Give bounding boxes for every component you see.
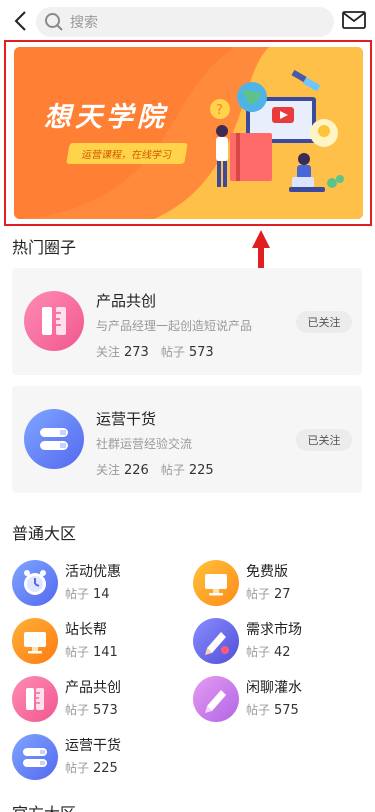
monitor-icon: [193, 560, 239, 606]
hot-circle-card[interactable]: 运营干货 社群运营经验交流 关注 226 帖子 225 已关注: [12, 386, 362, 493]
post-label: 帖子: [160, 345, 185, 359]
hot-circle-desc: 社群运营经验交流: [96, 437, 193, 451]
book-icon: [24, 409, 84, 469]
follow-count: 226: [124, 463, 149, 478]
search-bar[interactable]: 搜索: [36, 7, 334, 37]
list-item[interactable]: 闲聊灌水 帖子 575: [193, 674, 363, 724]
item-stats: 帖子 575: [246, 701, 299, 718]
item-stats: 帖子 141: [65, 643, 118, 660]
item-stats: 帖子 573: [65, 701, 118, 718]
item-stats: 帖子 14: [65, 585, 110, 602]
post-count: 27: [274, 587, 291, 602]
mail-icon: [342, 11, 366, 29]
hot-circle-stats: 关注 226 帖子 225: [96, 461, 214, 478]
post-count: 575: [274, 703, 299, 718]
post-label: 帖子: [246, 703, 271, 717]
post-label: 帖子: [65, 703, 90, 717]
official-section-title: 官方大区: [12, 800, 76, 812]
followed-button[interactable]: 已关注: [296, 429, 352, 451]
item-name: 免费版: [246, 564, 288, 580]
svg-text:?: ?: [216, 103, 223, 118]
pencil-icon: [193, 676, 239, 722]
follow-label: 关注: [96, 345, 121, 359]
monitor-icon: [12, 618, 58, 664]
post-label: 帖子: [65, 587, 90, 601]
post-label: 帖子: [65, 645, 90, 659]
follow-count: 273: [124, 345, 149, 360]
back-button[interactable]: [8, 8, 32, 34]
pencil-icon: [193, 618, 239, 664]
post-count: 225: [188, 463, 214, 478]
chevron-left-icon: [14, 11, 26, 31]
post-count: 141: [93, 645, 118, 660]
list-item[interactable]: 运营干货 帖子 225: [12, 732, 182, 782]
item-name: 站长帮: [65, 622, 107, 638]
hot-section-title: 热门圈子: [12, 238, 77, 257]
item-stats: 帖子 27: [246, 585, 291, 602]
item-name: 活动优惠: [65, 564, 121, 580]
hot-circle-card[interactable]: 产品共创 与产品经理一起创造短说产品 关注 273 帖子 573 已关注: [12, 268, 362, 375]
hot-circle-stats: 关注 273 帖子 573: [96, 343, 214, 360]
book-icon: [12, 734, 58, 780]
item-name: 需求市场: [246, 622, 302, 638]
list-item[interactable]: 活动优惠 帖子 14: [12, 558, 182, 608]
item-stats: 帖子 42: [246, 643, 291, 660]
ruler-icon: [24, 291, 84, 351]
clock-icon: [12, 560, 58, 606]
normal-section-title: 普通大区: [12, 524, 77, 543]
banner-subtitle: 运营课程，在线学习: [66, 143, 188, 164]
hot-circle-desc: 与产品经理一起创造短说产品: [96, 319, 253, 333]
banner-highlight-frame: ? 想天学院 运营课程，在线学习: [4, 40, 372, 226]
post-label: 帖子: [65, 761, 90, 775]
post-label: 帖子: [160, 463, 185, 477]
post-count: 42: [274, 645, 291, 660]
item-stats: 帖子 225: [65, 759, 118, 776]
top-bar: 搜索: [0, 0, 375, 44]
post-count: 573: [188, 345, 214, 360]
item-name: 闲聊灌水: [246, 680, 302, 696]
banner[interactable]: ? 想天学院 运营课程，在线学习: [14, 47, 363, 219]
follow-label: 关注: [96, 463, 121, 477]
ruler-icon: [12, 676, 58, 722]
hot-circle-name: 运营干货: [96, 410, 157, 428]
followed-button[interactable]: 已关注: [296, 311, 352, 333]
item-name: 产品共创: [65, 680, 121, 696]
item-name: 运营干货: [65, 738, 121, 754]
search-placeholder: 搜索: [70, 15, 98, 31]
post-label: 帖子: [246, 587, 271, 601]
message-button[interactable]: [342, 10, 366, 30]
post-count: 14: [93, 587, 110, 602]
list-item[interactable]: 产品共创 帖子 573: [12, 674, 182, 724]
post-count: 225: [93, 761, 118, 776]
hot-circle-name: 产品共创: [96, 292, 157, 310]
list-item[interactable]: 需求市场 帖子 42: [193, 616, 363, 666]
post-count: 573: [93, 703, 118, 718]
post-label: 帖子: [246, 645, 271, 659]
banner-title: 想天学院: [44, 102, 168, 133]
list-item[interactable]: 免费版 帖子 27: [193, 558, 363, 608]
search-icon: [45, 13, 63, 31]
list-item[interactable]: 站长帮 帖子 141: [12, 616, 182, 666]
